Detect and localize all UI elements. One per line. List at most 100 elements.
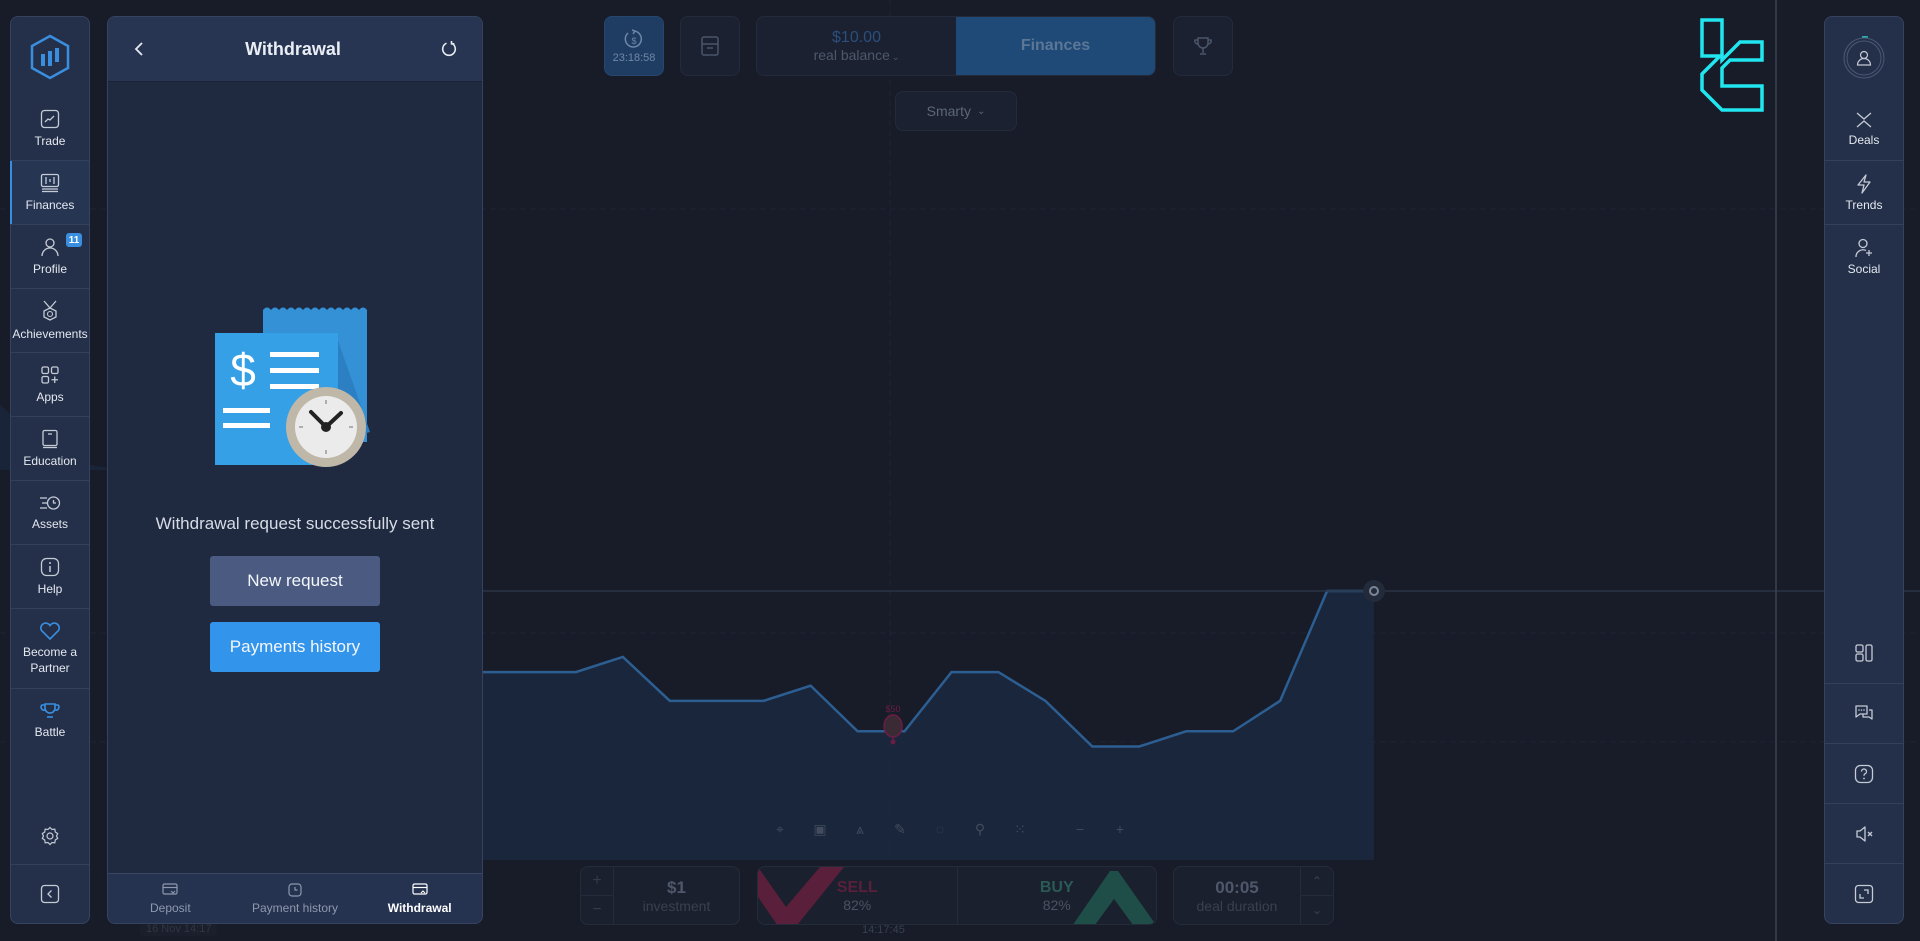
investment-increase-button[interactable]: + — [581, 867, 613, 896]
chevron-left-icon — [134, 42, 143, 56]
apps-icon — [41, 365, 59, 384]
deal-duration-input[interactable]: 00:05 deal duration — [1174, 867, 1300, 924]
duration-down-button[interactable]: ⌄ — [1301, 896, 1333, 924]
sidebar-item-finances[interactable]: Finances — [10, 161, 89, 225]
avatar-icon — [1843, 36, 1885, 79]
sidebar-item-social[interactable]: Social — [1825, 225, 1903, 289]
buy-payout: 82% — [1042, 896, 1071, 913]
sidebar-item-label: Assets — [31, 516, 68, 531]
chart-type-icon[interactable]: ▣ — [800, 815, 840, 843]
investment-label: investment — [642, 897, 711, 914]
deals-icon — [1856, 112, 1872, 127]
strategy-select[interactable]: Smarty ⌄ — [895, 91, 1017, 131]
finances-button[interactable]: Finances — [956, 17, 1155, 75]
sidebar-item-achievements[interactable]: Achievements — [11, 289, 89, 353]
info-icon — [40, 557, 60, 576]
layout-icon — [1855, 644, 1873, 662]
collapse-sidebar-button[interactable] — [11, 865, 89, 923]
card-deposit-icon — [162, 882, 178, 895]
chart-time-marker: 14:17:45 — [862, 924, 905, 936]
bonus-timer-button[interactable]: $ 23:18:58 — [604, 16, 664, 76]
balance-box: $10.00 real balance ⌄ Finances — [756, 16, 1156, 76]
sidebar-item-apps[interactable]: Apps — [11, 353, 89, 417]
sidebar-item-label: Education — [23, 453, 77, 468]
sidebar-item-label: Profile — [32, 261, 67, 276]
investment-decrease-button[interactable]: − — [581, 896, 613, 924]
investment-input[interactable]: $1 investment — [614, 867, 739, 924]
sell-label: SELL — [836, 878, 878, 896]
support-button[interactable] — [1825, 743, 1903, 803]
zoom-out-button[interactable]: − — [1060, 815, 1100, 843]
dollar-clock-icon: $ — [624, 29, 643, 48]
sidebar-item-help[interactable]: Help — [11, 545, 89, 609]
indicator-tool-icon[interactable]: ⌖ — [760, 815, 800, 843]
buy-label: BUY — [1039, 878, 1074, 896]
chevron-down-icon: ⌄ — [976, 105, 986, 117]
sound-toggle-button[interactable] — [1825, 803, 1903, 863]
pencil-icon[interactable]: ✎ — [880, 815, 920, 843]
add-user-icon — [1855, 238, 1872, 258]
finances-icon — [40, 173, 60, 192]
sidebar-item-battle[interactable]: Battle — [11, 689, 89, 753]
receipt-clock-illustration: $ — [215, 307, 370, 467]
svg-text:$: $ — [230, 344, 256, 396]
chat-button[interactable] — [1825, 683, 1903, 743]
gear-icon — [41, 826, 59, 845]
sidebar-item-profile[interactable]: 11 Profile — [11, 225, 89, 289]
brand-logo[interactable] — [11, 17, 89, 97]
user-icon — [41, 237, 59, 256]
sidebar-item-label: Trends — [1845, 197, 1883, 212]
tab-deposit[interactable]: Deposit — [108, 874, 233, 923]
new-request-button[interactable]: New request — [210, 556, 380, 606]
chevron-left-icon — [40, 884, 60, 904]
sidebar-item-become-partner[interactable]: Become a Partner — [11, 609, 89, 689]
sidebar-item-assets[interactable]: Assets — [11, 481, 89, 545]
tab-label: Payment history — [251, 900, 339, 915]
duration-up-button[interactable]: ⌃ — [1301, 867, 1333, 896]
sidebar-item-education[interactable]: Education — [11, 417, 89, 481]
svg-text:$: $ — [631, 36, 636, 46]
withdrawal-panel: Withdrawal $ Withdrawal request successf… — [107, 16, 483, 924]
target-icon[interactable]: ◌ — [920, 815, 960, 843]
fullscreen-button[interactable] — [1825, 863, 1903, 923]
tab-payment-history[interactable]: Payment history — [233, 874, 358, 923]
deal-duration-value: 00:05 — [1215, 877, 1259, 897]
current-price-dot — [1363, 580, 1385, 602]
user-avatar-button[interactable] — [1825, 17, 1903, 97]
refresh-button[interactable] — [440, 40, 458, 58]
sound-muted-icon — [1856, 825, 1873, 842]
deal-duration-label: deal duration — [1196, 897, 1278, 914]
heart-icon — [40, 621, 60, 640]
card-withdrawal-icon — [412, 882, 428, 895]
sell-button[interactable]: SELL 82% — [758, 867, 958, 924]
tab-withdrawal[interactable]: Withdrawal — [357, 874, 482, 923]
tab-label: Deposit — [149, 900, 191, 915]
social-trade-icon[interactable]: ⚲ — [960, 815, 1000, 843]
sidebar-item-trends[interactable]: Trends — [1825, 161, 1903, 225]
buy-button[interactable]: BUY 82% — [958, 867, 1157, 924]
layout-button[interactable] — [1825, 623, 1903, 683]
chevron-down-icon: ⌄ — [891, 52, 900, 62]
right-sidebar: Deals Trends Social — [1824, 16, 1904, 924]
grid-dots-icon[interactable]: ⁙ — [1000, 815, 1040, 843]
assets-icon — [40, 495, 61, 510]
sidebar-item-trade[interactable]: Trade — [11, 97, 89, 161]
chart-toolbar: ⌖ ▣ ⩓ ✎ ◌ ⚲ ⁙ − + — [760, 815, 1140, 843]
balance-selector[interactable]: $10.00 real balance ⌄ — [757, 17, 956, 75]
back-button[interactable] — [132, 40, 146, 58]
settings-button[interactable] — [11, 807, 89, 865]
sell-arrow-icon — [758, 867, 844, 924]
tournaments-button[interactable] — [1173, 16, 1233, 76]
lightning-icon — [1857, 173, 1871, 194]
sidebar-item-label: Finances — [25, 197, 75, 212]
payments-history-button[interactable]: Payments history — [210, 622, 380, 672]
zoom-in-button[interactable]: + — [1100, 815, 1140, 843]
investment-control: + − $1 investment — [580, 866, 740, 925]
sidebar-item-label: Deals — [1848, 132, 1880, 147]
brand-hexagon-icon — [30, 34, 70, 80]
drawing-compass-icon[interactable]: ⩓ — [840, 815, 880, 843]
sidebar-item-label: Battle — [34, 725, 66, 739]
chart-line-icon — [40, 109, 60, 128]
archive-button[interactable] — [680, 16, 740, 76]
sidebar-item-deals[interactable]: Deals — [1825, 97, 1903, 161]
